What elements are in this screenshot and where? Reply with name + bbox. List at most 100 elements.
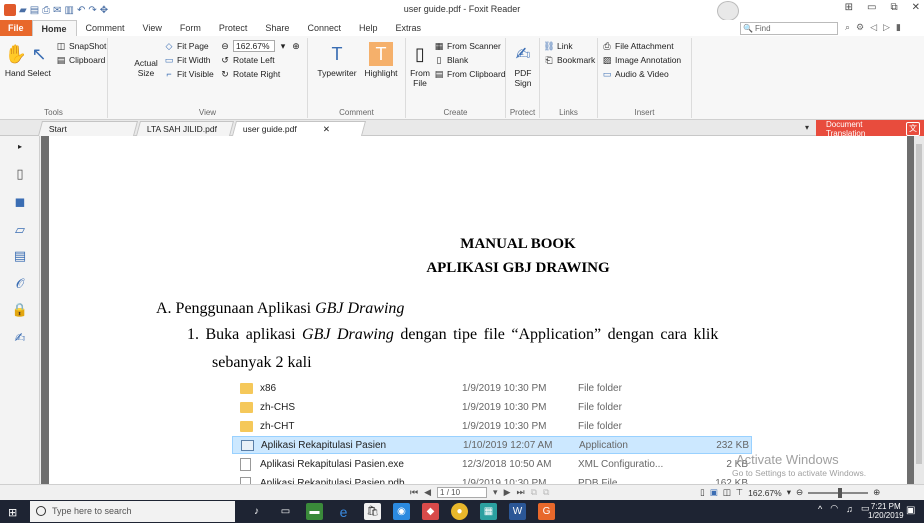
zoom-slider[interactable]: [808, 487, 869, 498]
link-button[interactable]: ⛓ Link: [543, 40, 572, 52]
rotate-right-button[interactable]: ↻ Rotate Right: [220, 68, 280, 80]
highlight-button[interactable]: T Highlight: [360, 42, 402, 78]
from-file-button[interactable]: ▯ From File: [408, 42, 432, 88]
first-page-icon[interactable]: ⏮: [410, 487, 418, 498]
document-view[interactable]: MANUAL BOOK APLIKASI GBJ DRAWING A. Peng…: [41, 136, 914, 484]
task-view-icon[interactable]: ▭: [277, 503, 294, 520]
word-icon[interactable]: W: [509, 503, 526, 520]
prev-page-icon[interactable]: ◀: [424, 487, 431, 498]
clipboard-button[interactable]: ▤ Clipboard: [56, 54, 106, 66]
security-lock-icon[interactable]: 🔒: [12, 302, 28, 318]
microphone-icon[interactable]: ♪: [248, 503, 265, 520]
zoom-out-icon[interactable]: ⊖: [220, 41, 230, 51]
blank-button[interactable]: ▯ Blank: [434, 54, 469, 66]
pdf-sign-button[interactable]: ✍ PDF Sign: [510, 42, 536, 88]
windows-start-icon[interactable]: ⊞: [8, 506, 17, 519]
tab-home[interactable]: Home: [31, 20, 77, 36]
typewriter-button[interactable]: T Typewriter: [314, 42, 360, 78]
edge-icon[interactable]: e: [335, 503, 352, 520]
email-icon[interactable]: ✉: [53, 5, 61, 16]
signature-icon[interactable]: ✍: [12, 330, 28, 346]
page-number-input[interactable]: 1 / 10: [437, 487, 488, 498]
find-input[interactable]: 🔍 Find: [740, 22, 838, 35]
avatar[interactable]: [717, 1, 739, 21]
actual-size-button[interactable]: Actual Size: [132, 58, 160, 78]
tab-help[interactable]: Help: [350, 20, 387, 36]
new-icon[interactable]: ▥: [65, 5, 74, 16]
vertical-scrollbar[interactable]: [914, 136, 924, 484]
copy-icon[interactable]: ⧉: [531, 487, 537, 498]
undo-icon[interactable]: ↶: [77, 5, 85, 16]
doc-tab-start[interactable]: Start: [37, 121, 139, 136]
app-blue-icon[interactable]: ◉: [393, 503, 410, 520]
doc-tab-user-guide[interactable]: user guide.pdf ✕: [231, 121, 367, 136]
page-dropdown-icon[interactable]: ▾: [493, 487, 498, 498]
next-page-icon[interactable]: ▶: [504, 487, 511, 498]
page-thumbnails-icon[interactable]: ▯: [12, 166, 28, 182]
taskbar-clock[interactable]: 7:21 PM 1/20/2019: [868, 502, 904, 520]
volume-icon[interactable]: ♫: [846, 504, 853, 514]
open-icon[interactable]: ▰: [19, 5, 27, 16]
image-annotation-button[interactable]: ▨ Image Annotation: [602, 54, 681, 66]
doc-tab-lta[interactable]: LTA SAH JILID.pdf: [135, 121, 235, 136]
close-icon[interactable]: ✕: [912, 2, 920, 13]
tab-comment[interactable]: Comment: [77, 20, 134, 36]
tab-view[interactable]: View: [134, 20, 171, 36]
attachment-panel-icon[interactable]: 𝒪: [12, 276, 28, 292]
hand-qat-icon[interactable]: ✥: [100, 5, 108, 16]
foxit-taskbar-icon[interactable]: G: [538, 503, 555, 520]
chrome-icon[interactable]: ●: [451, 503, 468, 520]
last-page-icon[interactable]: ⏭: [516, 487, 524, 498]
single-page-icon[interactable]: ▯: [700, 487, 705, 498]
zoom-in-icon[interactable]: ⊕: [291, 41, 301, 51]
tab-connect[interactable]: Connect: [298, 20, 350, 36]
print-icon[interactable]: ⎙: [42, 5, 50, 16]
hand-button[interactable]: ✋ Hand: [4, 42, 27, 78]
ribbon-options-icon[interactable]: ⊞: [845, 2, 853, 13]
save-icon[interactable]: ▤: [30, 5, 39, 16]
search-icon[interactable]: ⌕: [845, 22, 850, 33]
file-attachment-button[interactable]: ⎙ File Attachment: [602, 40, 673, 52]
layers-icon[interactable]: ▱: [12, 222, 28, 238]
fit-width-button[interactable]: ▭ Fit Width: [164, 54, 211, 66]
rotate-left-button[interactable]: ↺ Rotate Left: [220, 54, 274, 66]
paste-icon[interactable]: ⧉: [543, 487, 549, 498]
tab-protect[interactable]: Protect: [210, 20, 257, 36]
minimize-icon[interactable]: ▭: [867, 2, 876, 13]
next-icon[interactable]: ▷: [883, 22, 890, 33]
snapshot-button[interactable]: ◫ SnapShot: [56, 40, 107, 52]
taskbar-search-input[interactable]: Type here to search: [30, 501, 235, 522]
zoom-in-status-icon[interactable]: ⊕: [873, 487, 880, 498]
from-scanner-button[interactable]: ▦ From Scanner: [434, 40, 501, 52]
tab-close-icon[interactable]: ✕: [323, 122, 330, 136]
continuous-page-icon[interactable]: ▣: [710, 487, 718, 498]
panel-icon[interactable]: ▮: [896, 22, 901, 33]
app-teal-icon[interactable]: ▦: [480, 503, 497, 520]
audio-video-button[interactable]: ▭ Audio & Video: [602, 68, 669, 80]
bookmarks-icon[interactable]: ◼: [12, 194, 28, 210]
zoom-out-status-icon[interactable]: ⊖: [796, 487, 803, 498]
scrollbar-thumb[interactable]: [916, 144, 922, 464]
redo-icon[interactable]: ↷: [88, 5, 96, 16]
comments-icon[interactable]: ▤: [12, 248, 28, 264]
from-clipboard-button[interactable]: ▤ From Clipboard: [434, 68, 506, 80]
prev-icon[interactable]: ◁: [870, 22, 877, 33]
zoom-input[interactable]: 162.67%: [233, 40, 275, 52]
tab-extras[interactable]: Extras: [387, 20, 431, 36]
network-icon[interactable]: ◠: [830, 503, 838, 514]
tray-up-icon[interactable]: ^: [818, 504, 822, 514]
select-button[interactable]: ↖ Select: [26, 42, 52, 78]
app-red-icon[interactable]: ◆: [422, 503, 439, 520]
zoom-slider-knob[interactable]: [838, 487, 843, 498]
explorer-app-icon[interactable]: ▬: [306, 503, 323, 520]
tab-form[interactable]: Form: [171, 20, 210, 36]
bookmark-button[interactable]: ⎗ Bookmark: [544, 54, 595, 66]
restore-icon[interactable]: ⧉: [890, 2, 897, 13]
facing-page-icon[interactable]: ◫: [723, 487, 731, 498]
expand-panel-icon[interactable]: ▸: [12, 138, 28, 154]
fit-visible-button[interactable]: ⌐ Fit Visible: [164, 68, 213, 80]
tabs-dropdown-icon[interactable]: ▾: [805, 123, 809, 132]
zoom-menu-icon[interactable]: ▾: [787, 487, 791, 498]
fit-page-button[interactable]: ◇ Fit Page: [164, 40, 209, 52]
store-icon[interactable]: 🛍: [364, 503, 381, 520]
